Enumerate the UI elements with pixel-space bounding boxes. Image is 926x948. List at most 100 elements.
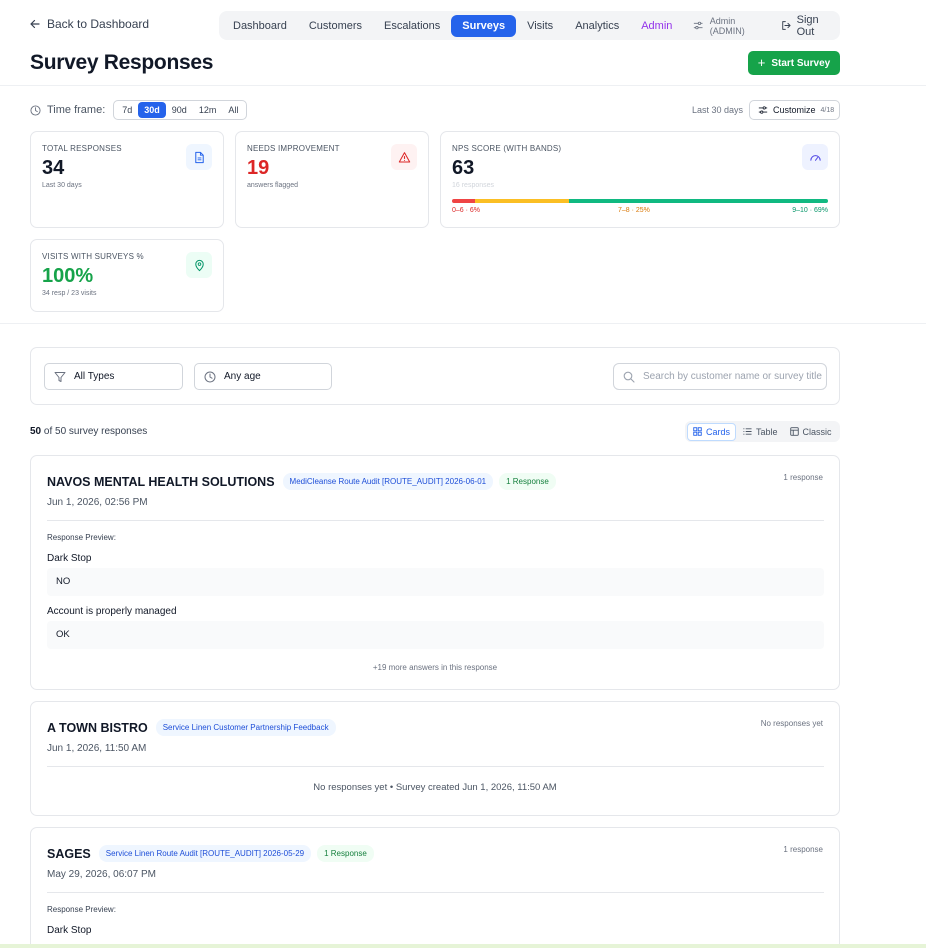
answer-text: OK (47, 621, 824, 649)
nav-analytics[interactable]: Analytics (564, 15, 630, 37)
card-divider (47, 766, 824, 767)
response-date: Jun 1, 2026, 02:56 PM (47, 497, 148, 508)
response-count-text: No responses yet (760, 719, 823, 728)
stat-label: VISITS WITH SURVEYS % (42, 252, 144, 261)
results-count: 50 of 50 survey responses (30, 426, 147, 437)
nps-band-detractors (452, 199, 475, 203)
survey-badge: MediCleanse Route Audit [ROUTE_AUDIT] 20… (282, 473, 494, 490)
sign-out-button[interactable]: Sign Out (777, 14, 837, 38)
start-survey-button[interactable]: + Start Survey (748, 51, 840, 75)
timeframe-30d[interactable]: 30d (138, 102, 166, 118)
more-answers-text: +19 more answers in this response (372, 663, 498, 672)
response-date: May 29, 2026, 06:07 PM (47, 869, 156, 880)
response-card[interactable]: NAVOS MENTAL HEALTH SOLUTIONS MediCleans… (30, 455, 840, 690)
age-filter-value: Any age (224, 371, 261, 382)
user-menu[interactable]: Admin (ADMIN) (683, 16, 777, 36)
stat-sub: 16 responses (452, 182, 495, 189)
response-count-text: 1 response (783, 845, 823, 854)
view-table-label: Table (756, 426, 778, 437)
question-text: Dark Stop (47, 925, 92, 936)
response-count-text: 1 response (783, 473, 823, 482)
timeframe-all[interactable]: All (222, 102, 244, 118)
customize-count: 4/18 (820, 106, 835, 114)
stat-sub: answers flagged (247, 182, 298, 189)
timeframe-90d[interactable]: 90d (166, 102, 193, 118)
results-rest: of 50 survey responses (43, 426, 148, 437)
timeframe-7d[interactable]: 7d (116, 102, 138, 118)
nav-escalations[interactable]: Escalations (373, 15, 451, 37)
arrow-left-icon (30, 19, 40, 29)
type-filter-value: All Types (74, 371, 115, 382)
stat-sub: 34 resp / 23 visits (42, 290, 97, 297)
nav-surveys[interactable]: Surveys (451, 14, 517, 37)
filter-panel: All Types Any age (30, 347, 840, 405)
clock-icon (30, 104, 41, 116)
clock-icon (204, 371, 216, 382)
question-text: Dark Stop (47, 553, 92, 564)
nps-band-label-passives: 7–8 · 25% (618, 207, 650, 214)
nps-band-bar (452, 199, 828, 203)
back-to-dashboard-link[interactable]: Back to Dashboard (30, 17, 149, 31)
nps-score-card: NPS SCORE (WITH BANDS) 63 16 responses 0… (440, 131, 840, 228)
stat-value: 100% (42, 265, 94, 287)
plus-icon: + (757, 55, 766, 70)
view-classic-label: Classic (802, 426, 832, 437)
view-toggle: Cards Table Classic (685, 421, 840, 442)
view-table-button[interactable]: Table (738, 424, 783, 440)
needs-improvement-card: NEEDS IMPROVEMENT 19 answers flagged (235, 131, 429, 228)
response-count-badge: 1 Response (317, 845, 374, 862)
survey-badge: Service Linen Route Audit [ROUTE_AUDIT] … (98, 845, 312, 862)
search-box (613, 363, 827, 390)
nav-dashboard[interactable]: Dashboard (222, 15, 298, 37)
nps-band-label-promoters: 9–10 · 69% (792, 207, 828, 214)
answer-text: NO (47, 568, 824, 596)
nav-customers[interactable]: Customers (298, 15, 373, 37)
sign-out-icon (782, 21, 791, 30)
response-date: Jun 1, 2026, 11:50 AM (47, 743, 147, 754)
customer-name: SAGES (47, 846, 91, 861)
card-divider (47, 520, 824, 521)
page-title: Survey Responses (30, 51, 214, 74)
stat-value: 34 (42, 157, 65, 179)
response-card[interactable]: SAGES Service Linen Route Audit [ROUTE_A… (30, 827, 840, 948)
card-divider (47, 892, 824, 893)
nav-visits[interactable]: Visits (516, 15, 564, 37)
start-survey-label: Start Survey (771, 57, 831, 69)
customer-name: NAVOS MENTAL HEALTH SOLUTIONS (47, 474, 275, 489)
back-label: Back to Dashboard (47, 17, 150, 31)
timeframe-12m[interactable]: 12m (193, 102, 223, 118)
customize-button[interactable]: Customize 4/18 (749, 100, 840, 120)
gauge-icon (802, 144, 828, 170)
view-cards-button[interactable]: Cards (687, 422, 737, 441)
view-classic-button[interactable]: Classic (785, 424, 837, 440)
response-card[interactable]: A TOWN BISTRO Service Linen Customer Par… (30, 701, 840, 816)
response-header: A TOWN BISTRO Service Linen Customer Par… (47, 719, 336, 736)
age-filter-select[interactable]: Any age (194, 363, 332, 390)
user-label: Admin (ADMIN) (709, 15, 745, 36)
type-filter-select[interactable]: All Types (44, 363, 183, 390)
stat-value: 63 (452, 157, 475, 179)
section-divider (0, 323, 926, 324)
table-icon (789, 427, 799, 436)
map-pin-icon (186, 252, 212, 278)
nps-band-label-detractors: 0–6 · 6% (452, 207, 481, 214)
nav-admin[interactable]: Admin (630, 15, 683, 37)
search-icon (623, 371, 635, 383)
timeframe-selector: 7d 30d 90d 12m All (113, 100, 248, 120)
question-text: Account is properly managed (47, 606, 177, 617)
stat-label: TOTAL RESPONSES (42, 144, 122, 153)
total-responses-card: TOTAL RESPONSES 34 Last 30 days (30, 131, 224, 228)
preview-label: Response Preview: (47, 533, 116, 542)
visits-with-surveys-card: VISITS WITH SURVEYS % 100% 34 resp / 23 … (30, 239, 224, 312)
search-input[interactable] (643, 371, 823, 382)
list-icon (743, 428, 752, 435)
stat-label: NEEDS IMPROVEMENT (247, 144, 340, 153)
bottom-edge (0, 944, 926, 948)
main-nav: Dashboard Customers Escalations Surveys … (219, 11, 840, 40)
stat-sub: Last 30 days (42, 182, 82, 189)
document-icon (186, 144, 212, 170)
filter-icon (54, 371, 66, 382)
range-text: Last 30 days (692, 105, 744, 115)
view-cards-label: Cards (706, 426, 731, 437)
sliders-icon (694, 21, 703, 30)
